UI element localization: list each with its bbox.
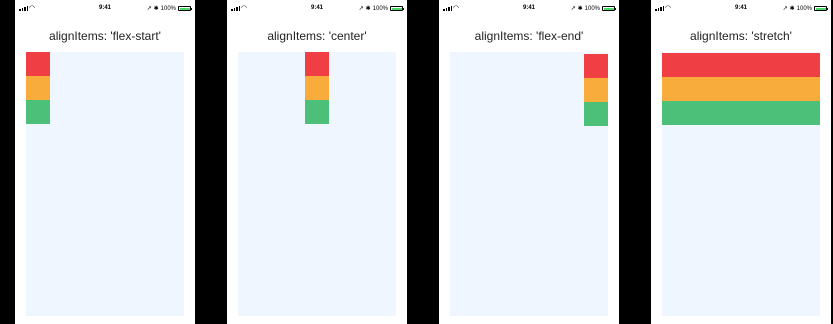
phone-stretch: ◠ 9:41 ↗ ✱ 100% alignItems: 'stretch' (651, 0, 831, 324)
orange-box (584, 78, 608, 102)
battery-icon (602, 6, 616, 11)
align-title: alignItems: 'center' (267, 29, 367, 43)
battery-percent: 100% (796, 5, 812, 12)
status-bar: ◠ 9:41 ↗ ✱ 100% (439, 5, 619, 17)
battery-percent: 100% (584, 5, 600, 12)
red-box (662, 53, 820, 77)
phone-center: ◠ 9:41 ↗ ✱ 100% alignItems: 'center' (227, 0, 407, 324)
location-icon: ↗ (146, 6, 152, 12)
phone-flex-end: ◠ 9:41 ↗ ✱ 100% alignItems: 'flex-end' (439, 0, 619, 324)
green-box (662, 101, 820, 125)
align-title: alignItems: 'flex-start' (49, 29, 161, 43)
status-bar: ◠ 9:41 ↗ ✱ 100% (651, 5, 831, 17)
bluetooth-icon: ✱ (577, 6, 583, 12)
flex-container (662, 52, 820, 316)
battery-percent: 100% (160, 5, 176, 12)
phone-flex-start: ◠ 9:41 ↗ ✱ 100% alignItems: 'flex-start' (15, 0, 195, 324)
red-box (26, 52, 50, 76)
battery-icon (178, 6, 192, 11)
red-box (305, 52, 329, 76)
align-title: alignItems: 'stretch' (690, 29, 792, 43)
green-box (26, 100, 50, 124)
red-box (584, 54, 608, 78)
flex-container (450, 52, 608, 316)
flex-container (26, 52, 184, 316)
bluetooth-icon: ✱ (789, 6, 795, 12)
status-bar: ◠ 9:41 ↗ ✱ 100% (15, 5, 195, 17)
orange-box (26, 76, 50, 100)
green-box (584, 102, 608, 126)
orange-box (305, 76, 329, 100)
status-bar: ◠ 9:41 ↗ ✱ 100% (227, 5, 407, 17)
align-title: alignItems: 'flex-end' (474, 29, 584, 43)
battery-percent: 100% (372, 5, 388, 12)
location-icon: ↗ (358, 6, 364, 12)
battery-icon (390, 6, 404, 11)
bluetooth-icon: ✱ (153, 6, 159, 12)
flex-container (238, 52, 396, 316)
green-box (305, 100, 329, 124)
orange-box (662, 77, 820, 101)
bluetooth-icon: ✱ (365, 6, 371, 12)
location-icon: ↗ (570, 6, 576, 12)
location-icon: ↗ (782, 6, 788, 12)
battery-icon (814, 6, 828, 11)
